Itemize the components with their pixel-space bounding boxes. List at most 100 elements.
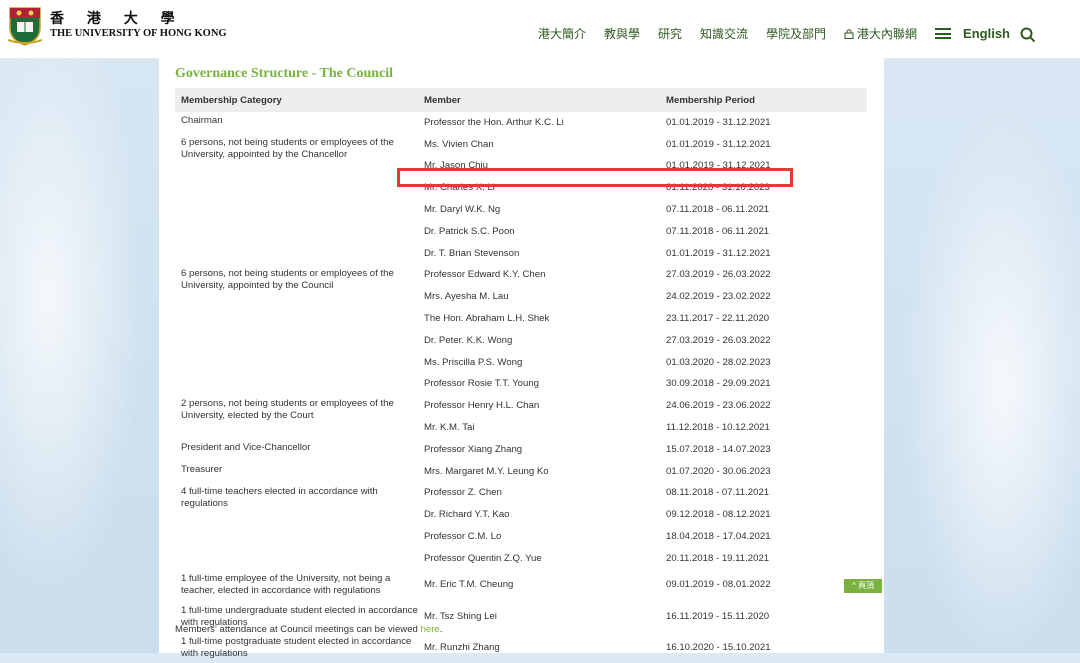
cell-period: 01.03.2020 - 28.02.2023 [666,356,771,368]
cell-member: Ms. Vivien Chan [424,138,494,150]
cell-period: 07.11.2018 - 06.11.2021 [666,225,770,237]
search-icon[interactable] [1020,27,1036,43]
cell-member: Professor C.M. Lo [424,531,502,543]
nav-knowledge-exchange[interactable]: 知識交流 [700,25,748,42]
cell-period: 30.09.2018 - 29.09.2021 [666,378,771,390]
attendance-note-end: . [439,624,443,635]
cell-category: 6 persons, not being students or employe… [181,136,394,160]
cell-member: Professor Rosie T.T. Young [424,378,540,390]
cell-category: 2 persons, not being students or employe… [181,398,394,422]
menu-icon[interactable] [935,28,952,39]
cell-category [175,221,418,243]
nav-about[interactable]: 港大簡介 [538,25,586,42]
cell-member: Professor Henry H.L. Chan [424,400,540,412]
cell-period: 27.03.2019 - 26.03.2022 [666,269,771,281]
cell-member: Mr. Runzhi Zhang [424,641,500,653]
cell-member: Dr. Richard Y.T. Kao [424,509,510,521]
cell-period: 24.06.2019 - 23.06.2022 [666,400,771,412]
column-header-period: Membership Period [660,88,867,112]
table-row: Professor Rosie T.T. Young 30.09.2018 - 2… [175,374,867,396]
cell-category [175,177,418,199]
background-right [884,58,1080,653]
cell-category: 1 full-time postgraduate student elected… [181,635,412,659]
cell-member: Professor Z. Chen [424,487,502,499]
lock-icon [844,29,854,39]
background-left [0,58,160,653]
cell-category: 1 full-time employee of the University, … [181,573,391,597]
cell-member: Professor Xiang Zhang [424,443,523,455]
cell-member: Mr. Tsz Shing Lei [424,610,497,622]
cell-member: Mr. Eric T.M. Cheung [424,579,514,591]
table-row: 6 persons, not being students or employe… [175,134,867,160]
crest-icon [8,7,42,46]
attendance-link[interactable]: here [421,624,440,635]
cell-period: 01.01.2019 - 31.12.2021 [666,116,771,128]
table-row: 4 full-time teachers elected in accordan… [175,483,867,509]
cell-category [175,243,418,265]
cell-period: 01.01.2019 - 31.12.2021 [666,138,771,150]
nav-intranet[interactable]: 港大內聯網 [844,25,917,42]
hku-logo[interactable]: 香 港 大 學 THE UNIVERSITY OF HONG KONG [8,6,227,46]
cell-member: Dr. Patrick S.C. Poon [424,225,515,237]
cell-category [175,330,418,352]
page-title: Governance Structure - The Council [175,66,394,81]
table-row: Treasurer Mrs. Margaret M.Y. Leung Ko 01.0… [175,461,867,483]
cell-member: Professor Edward K.Y. Chen [424,269,546,281]
cell-period: 11.12.2018 - 10.12.2021 [666,422,770,434]
cell-period: 09.01.2019 - 08.01.2022 [666,579,771,591]
cell-category [175,308,418,330]
site-header: 香 港 大 學 THE UNIVERSITY OF HONG KONG 港大簡介… [0,0,1080,59]
main-content: Governance Structure - The Council Membe… [159,58,884,659]
table-row: President and Vice-Chancellor Professor X… [175,439,867,461]
cell-period: 20.11.2018 - 19.11.2021 [666,552,770,564]
cell-category: Treasurer [181,463,223,475]
cell-period: 01.07.2020 - 30.06.2023 [666,465,771,477]
cell-period: 16.11.2019 - 15.11.2020 [666,610,770,622]
table-row: Dr. T. Brian Stevenson 01.01.2019 - 31.12… [175,243,867,265]
cell-period: 24.02.2019 - 23.02.2022 [666,291,771,303]
intranet-label: 港大內聯網 [857,27,918,41]
table-row: Mr. Daryl W.K. Ng 07.11.2018 - 06.11.2021 [175,199,867,221]
table-row: 2 persons, not being students or employe… [175,395,867,422]
cell-member: Mr. K.M. Tai [424,422,475,434]
attendance-note: Members' attendance at Council meetings … [175,624,442,635]
cell-member: Dr. Peter. K.K. Wong [424,334,513,346]
cell-member: Dr. T. Brian Stevenson [424,247,520,259]
cell-category: President and Vice-Chancellor [181,441,311,453]
table-row: 1 full-time employee of the University, … [175,570,867,601]
cell-period: 07.11.2018 - 06.11.2021 [666,204,770,216]
nav-faculties[interactable]: 學院及部門 [766,25,826,42]
table-row: Professor C.M. Lo 18.04.2018 - 17.04.2021 [175,526,867,548]
cell-category: 6 persons, not being students or employe… [181,267,394,291]
cell-member: Mrs. Ayesha M. Lau [424,291,509,303]
cell-member: Mr. Daryl W.K. Ng [424,204,501,216]
cell-category [175,374,418,396]
table-row: 6 persons, not being students or employe… [175,265,867,291]
cell-member: The Hon. Abraham L.H. Shek [424,313,550,325]
language-switch[interactable]: English [963,26,1010,41]
cell-period: 27.03.2019 - 26.03.2022 [666,334,771,346]
cell-category [175,352,418,374]
cell-category: Chairman [181,115,223,126]
table-header-row: Membership Category Member Membership Pe… [175,88,867,112]
nav-research[interactable]: 研究 [658,25,682,42]
cell-category: 4 full-time teachers elected in accordan… [181,485,378,509]
nav-teaching[interactable]: 教與學 [604,25,640,42]
cell-period: 01.01.2019 - 31.12.2021 [666,247,771,259]
column-header-category: Membership Category [175,88,418,112]
back-to-top-button[interactable]: ^ 頁頂 [844,579,882,593]
logo-english: THE UNIVERSITY OF HONG KONG [50,28,227,39]
main-nav: 港大簡介 教與學 研究 知識交流 學院及部門 港大內聯網 English [520,25,1010,42]
cell-member: Professor the Hon. Arthur K.C. Li [424,116,564,128]
cell-period: 23.11.2017 - 22.11.2020 [666,313,770,325]
cell-category [175,199,418,221]
cell-period: 16.10.2020 - 15.10.2021 [666,641,771,653]
table-row: Dr. Patrick S.C. Poon 07.11.2018 - 06.11.… [175,221,867,243]
table-row: Chairman Professor the Hon. Arthur K.C. L… [175,112,867,134]
table-row: 1 full-time postgraduate student elected… [175,632,867,663]
logo-chinese: 香 港 大 學 [50,11,184,27]
attendance-note-text: Members' attendance at Council meetings … [175,624,421,635]
cell-period: 09.12.2018 - 08.12.2021 [666,509,771,521]
cell-category [175,548,418,570]
cell-member: Ms. Priscilla P.S. Wong [424,356,523,368]
